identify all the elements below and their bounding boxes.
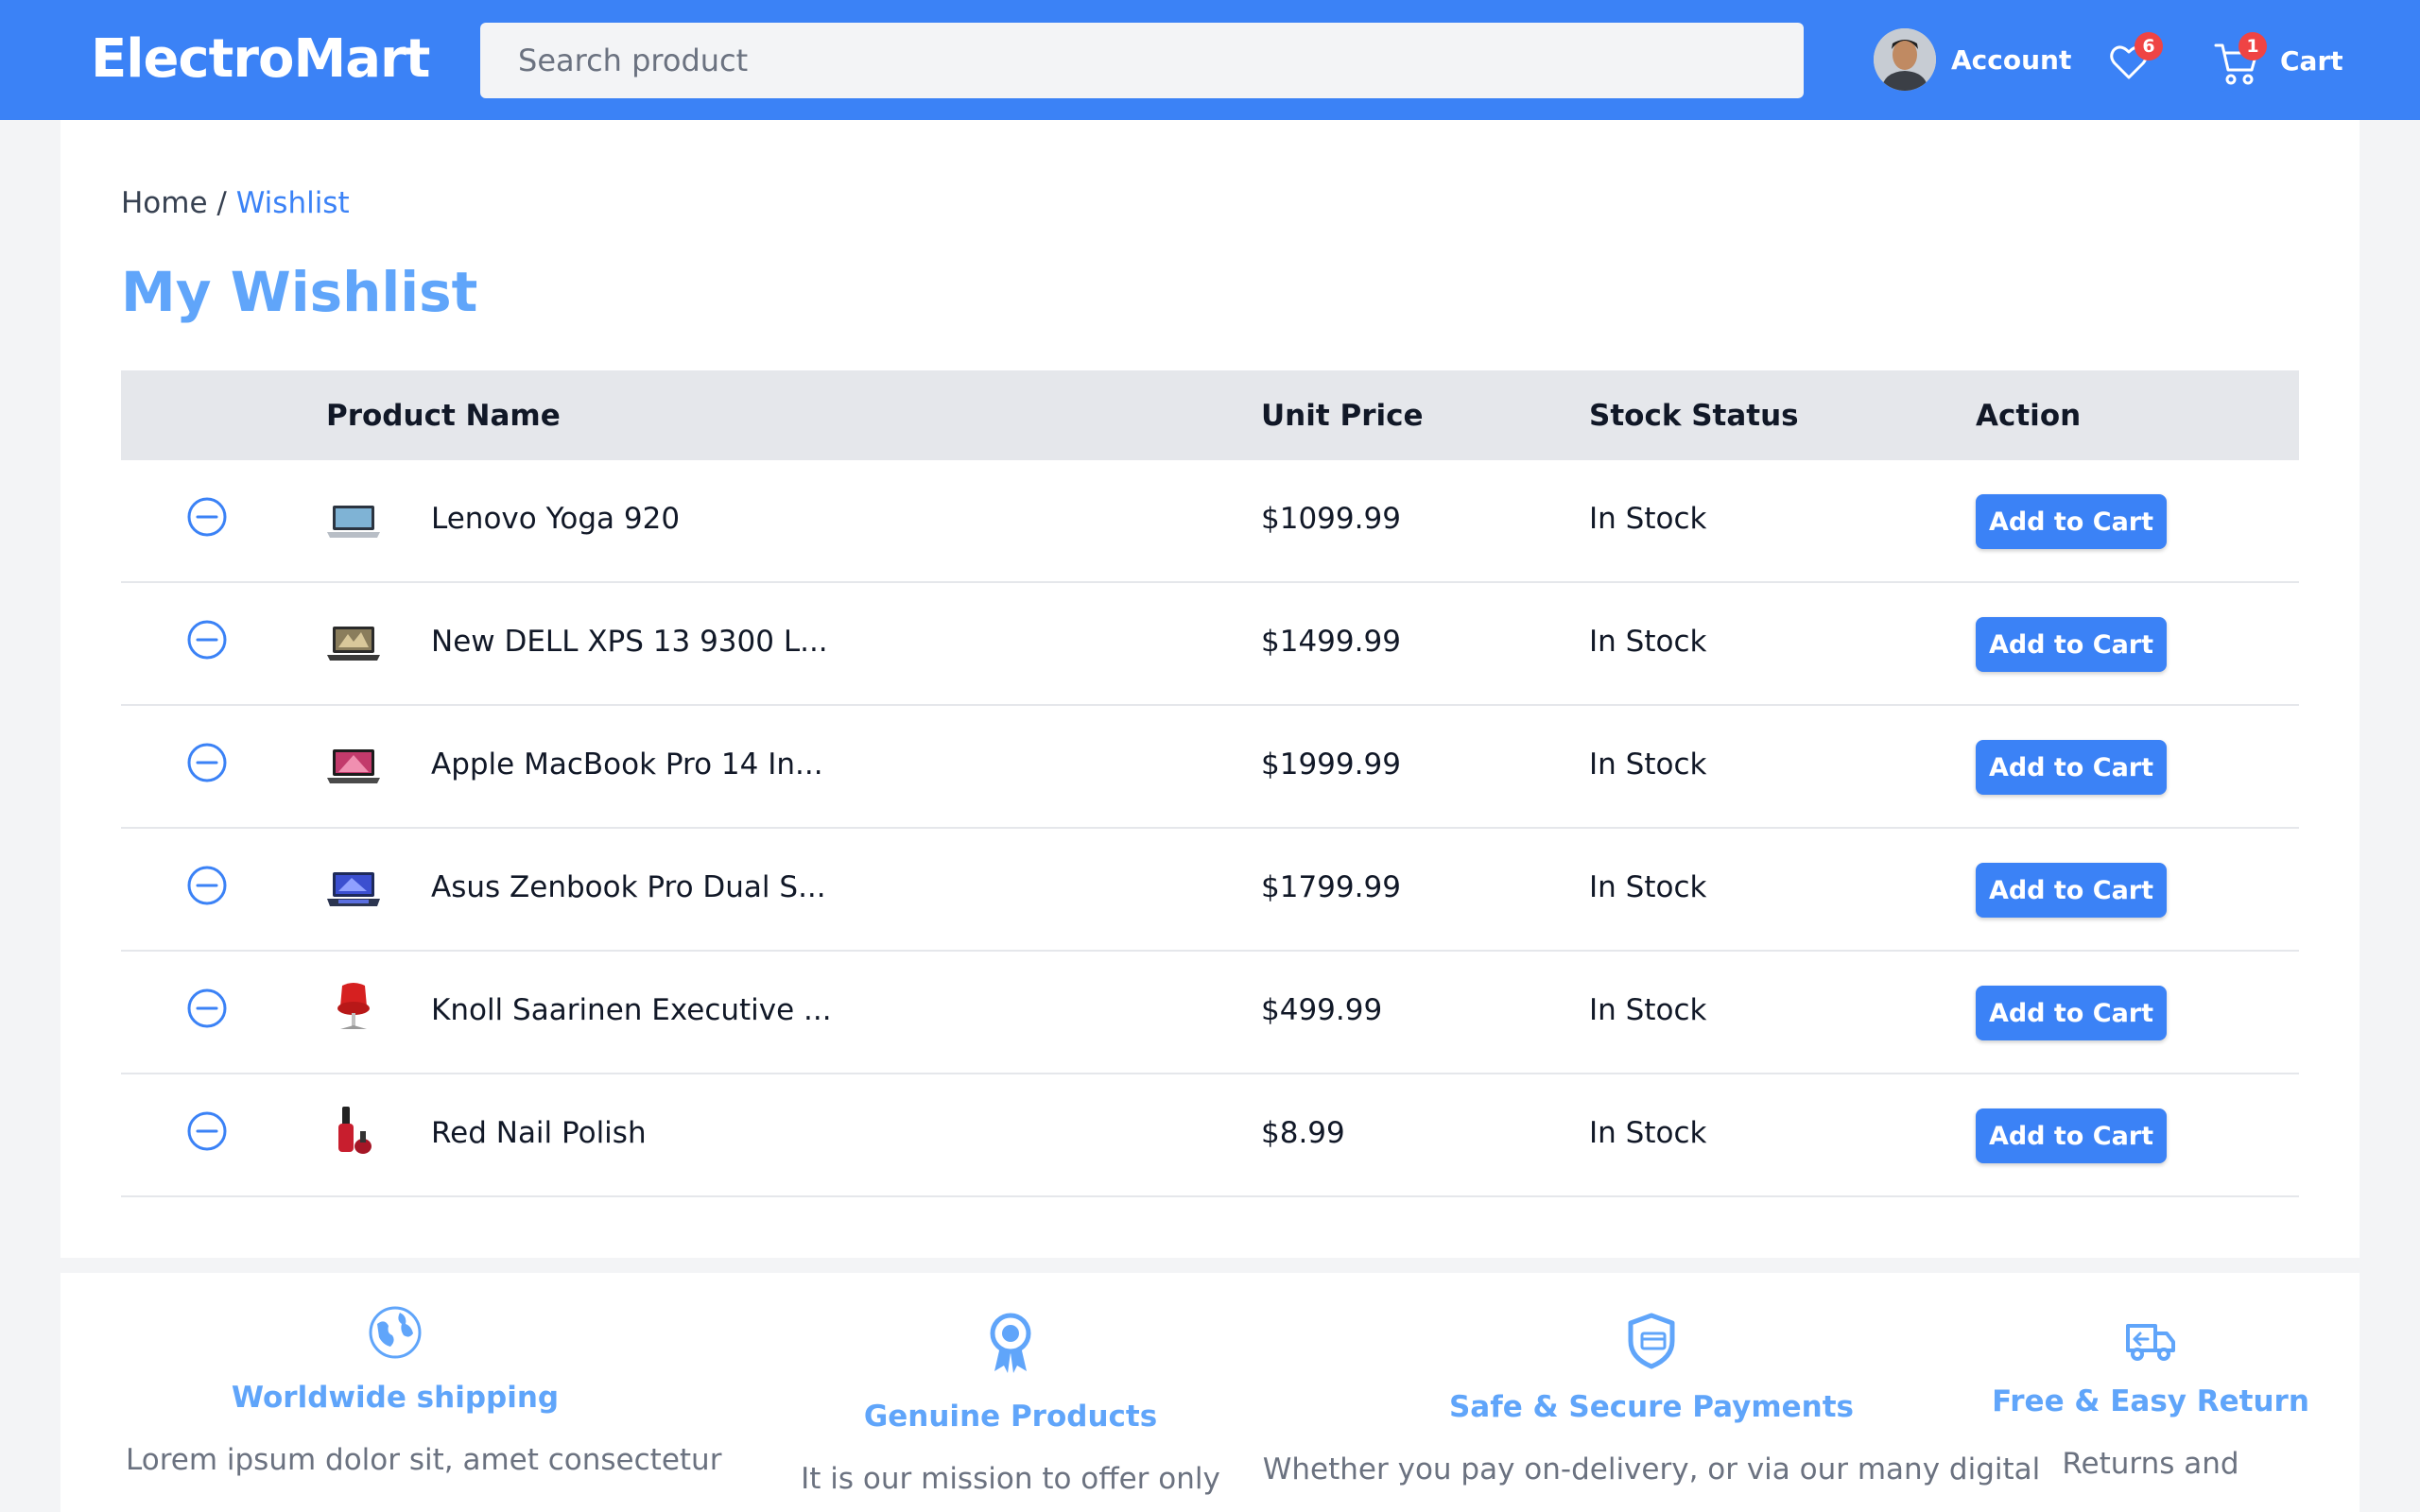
page-title: My Wishlist — [121, 260, 478, 324]
add-to-cart-button[interactable]: Add to Cart — [1976, 494, 2167, 549]
feature-text: Whether you pay on-delivery, or via our … — [1262, 1452, 2041, 1486]
breadcrumb: Home / Wishlist — [121, 186, 350, 220]
unit-price: $1799.99 — [1261, 870, 1401, 904]
breadcrumb-separator: / — [207, 186, 236, 220]
add-to-cart-button[interactable]: Add to Cart — [1976, 863, 2167, 918]
feature-easy-return: Free & Easy Return Returns and — [1990, 1318, 2311, 1481]
column-header-action: Action — [1976, 399, 2082, 433]
feature-text: Lorem ipsum dolor sit, amet consectetur — [126, 1443, 722, 1477]
features-strip: Worldwide shipping Lorem ipsum dolor sit… — [60, 1273, 2360, 1512]
unit-price: $1999.99 — [1261, 747, 1401, 782]
table-row: New DELL XPS 13 9300 L... $1499.99 In St… — [121, 583, 2299, 706]
unit-price: $1099.99 — [1261, 502, 1401, 536]
remove-circle-icon[interactable] — [186, 496, 228, 538]
add-to-cart-button[interactable]: Add to Cart — [1976, 740, 2167, 795]
add-to-cart-button[interactable]: Add to Cart — [1976, 617, 2167, 672]
column-header-product-name: Product Name — [326, 399, 561, 433]
feature-genuine-products: Genuine Products It is our mission to of… — [727, 1313, 1294, 1496]
product-thumbnail — [327, 506, 380, 538]
cart-button[interactable]: 1 Cart — [2214, 32, 2343, 87]
feature-worldwide-shipping: Worldwide shipping Lorem ipsum dolor sit… — [126, 1305, 722, 1477]
product-name[interactable]: Asus Zenbook Pro Dual S... — [431, 870, 826, 904]
unit-price: $8.99 — [1261, 1116, 1345, 1150]
remove-circle-icon[interactable] — [186, 619, 228, 661]
search-bar — [480, 23, 2238, 98]
product-thumbnail — [338, 1107, 372, 1154]
unit-price: $1499.99 — [1261, 625, 1401, 659]
table-row: Knoll Saarinen Executive ... $499.99 In … — [121, 952, 2299, 1074]
remove-circle-icon[interactable] — [186, 742, 228, 783]
truck-icon — [2126, 1324, 2175, 1361]
product-name[interactable]: Knoll Saarinen Executive ... — [431, 993, 832, 1027]
feature-title: Genuine Products — [863, 1400, 1158, 1434]
column-header-stock-status: Stock Status — [1589, 399, 1799, 433]
feature-text: It is our mission to offer only — [801, 1462, 1220, 1496]
wishlist-button[interactable]: 6 — [2108, 32, 2163, 83]
shield-icon — [1628, 1313, 1675, 1369]
wishlist-table: Product Name Unit Price Stock Status Act… — [121, 370, 2299, 1197]
table-row: Apple MacBook Pro 14 In... $1999.99 In S… — [121, 706, 2299, 829]
feature-title: Safe & Secure Payments — [1448, 1390, 1854, 1424]
remove-circle-icon[interactable] — [186, 1110, 228, 1152]
stock-status: In Stock — [1589, 993, 1707, 1027]
cart-label: Cart — [2280, 44, 2343, 77]
product-name[interactable]: Apple MacBook Pro 14 In... — [431, 747, 823, 782]
feature-title: Free & Easy Return — [1992, 1384, 2309, 1418]
account-label: Account — [1951, 43, 2072, 76]
product-thumbnail — [327, 872, 380, 906]
product-thumbnail — [337, 983, 370, 1029]
cart-count-badge: 1 — [2238, 32, 2267, 60]
award-icon — [990, 1313, 1031, 1373]
feature-title: Worldwide shipping — [231, 1381, 560, 1415]
feature-safe-payments: Safe & Secure Payments Whether you pay o… — [1226, 1313, 2077, 1486]
add-to-cart-button[interactable]: Add to Cart — [1976, 1108, 2167, 1163]
table-row: Red Nail Polish $8.99 In Stock Add to Ca… — [121, 1074, 2299, 1197]
remove-circle-icon[interactable] — [186, 988, 228, 1029]
product-thumbnail — [327, 627, 380, 661]
unit-price: $499.99 — [1261, 993, 1383, 1027]
stock-status: In Stock — [1589, 747, 1707, 782]
globe-icon — [369, 1306, 422, 1359]
wishlist-panel: Home / Wishlist My Wishlist Product Name… — [60, 120, 2360, 1258]
feature-text: Returns and — [2062, 1447, 2239, 1481]
add-to-cart-button[interactable]: Add to Cart — [1976, 986, 2167, 1040]
wishlist-count-badge: 6 — [2135, 32, 2163, 60]
table-row: Asus Zenbook Pro Dual S... $1799.99 In S… — [121, 829, 2299, 952]
product-name[interactable]: Red Nail Polish — [431, 1116, 647, 1150]
stock-status: In Stock — [1589, 502, 1707, 536]
product-name[interactable]: Lenovo Yoga 920 — [431, 502, 680, 536]
site-logo[interactable]: ElectroMart — [91, 28, 430, 90]
remove-circle-icon[interactable] — [186, 865, 228, 906]
breadcrumb-current[interactable]: Wishlist — [236, 186, 350, 220]
breadcrumb-home[interactable]: Home — [121, 186, 208, 220]
search-input[interactable] — [480, 23, 1728, 98]
stock-status: In Stock — [1589, 1116, 1707, 1150]
product-name[interactable]: New DELL XPS 13 9300 L... — [431, 625, 828, 659]
table-row: Lenovo Yoga 920 $1099.99 In Stock Add to… — [121, 460, 2299, 583]
column-header-unit-price: Unit Price — [1261, 399, 1424, 433]
account-button[interactable]: Account — [1874, 28, 2071, 91]
stock-status: In Stock — [1589, 870, 1707, 904]
table-header: Product Name Unit Price Stock Status Act… — [121, 370, 2299, 460]
stock-status: In Stock — [1589, 625, 1707, 659]
top-navbar: ElectroMart Account 6 — [0, 0, 2420, 120]
product-thumbnail — [327, 749, 380, 783]
avatar — [1874, 28, 1936, 91]
